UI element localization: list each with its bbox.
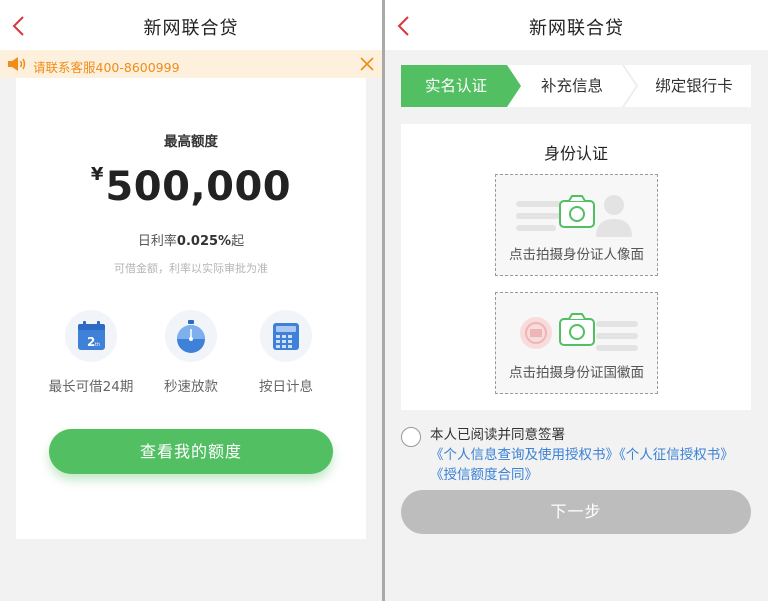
view-quota-button[interactable]: 查看我的额度	[49, 429, 333, 474]
agreement-text: 本人已阅读并同意签署《个人信息查询及使用授权书》《个人征信授权书》《授信额度合同…	[430, 425, 752, 485]
feature-icon-bg	[165, 310, 217, 362]
upload-id-back[interactable]: 点击拍摄身份证国徽面	[495, 292, 658, 394]
feature-label: 秒速放款	[164, 379, 218, 395]
id-verification-card: 身份认证 点击拍摄身份证人像面 点击拍摄身份证国徽面	[401, 124, 751, 410]
notice-bar: 请联系客服400-8600999	[0, 50, 382, 78]
rate-value: 0.025%	[176, 234, 232, 249]
close-icon[interactable]	[360, 57, 374, 71]
link-credit-contract[interactable]: 《授信额度合同》	[430, 467, 538, 483]
step-progress: 实名认证 补充信息 绑定银行卡	[401, 65, 751, 107]
nav-bar: 新网联合贷	[385, 0, 768, 50]
step-bind-card[interactable]: 绑定银行卡	[637, 65, 751, 107]
feature-icon-bg: 2 th	[65, 310, 117, 362]
nav-bar: 新网联合贷	[0, 0, 382, 50]
feature-label: 按日计息	[259, 379, 313, 395]
link-credit-auth[interactable]: 《个人征信授权书》	[619, 447, 734, 463]
feature-label: 最长可借24期	[48, 379, 134, 395]
speaker-icon	[8, 57, 26, 71]
amount-value: 500,000	[105, 164, 292, 210]
next-step-button[interactable]: 下一步	[401, 490, 751, 534]
quota-hint: 可借金额，利率以实际审批为准	[114, 262, 268, 275]
section-title: 身份认证	[543, 144, 608, 163]
agree-radio[interactable]	[401, 427, 421, 447]
svg-text:th: th	[95, 342, 100, 348]
upload-back-caption: 点击拍摄身份证国徽面	[509, 365, 644, 381]
max-quota-label: 最高额度	[164, 134, 218, 150]
loan-home-screen: 新网联合贷 请联系客服400-8600999 最高额度 ¥500,000 日利率…	[0, 0, 382, 601]
feature-term: 2 th 最长可借24期	[46, 310, 136, 395]
calculator-icon	[273, 323, 299, 350]
link-personal-info-auth[interactable]: 《个人信息查询及使用授权书》	[430, 447, 619, 463]
agreement-row: 本人已阅读并同意签署《个人信息查询及使用授权书》《个人征信授权书》《授信额度合同…	[401, 425, 751, 483]
stopwatch-icon	[177, 320, 205, 353]
feature-speed: 秒速放款	[146, 310, 236, 395]
step-real-name[interactable]: 实名认证	[401, 65, 511, 107]
page-title: 新网联合贷	[529, 18, 624, 39]
feature-icon-bg	[260, 310, 312, 362]
quota-card: 最高额度 ¥500,000 日利率0.025%起 可借金额，利率以实际审批为准 …	[16, 78, 366, 539]
rate-suffix: 起	[231, 234, 245, 249]
currency-symbol: ¥	[90, 164, 104, 185]
calendar-icon: 2 th	[78, 321, 105, 350]
upload-id-front[interactable]: 点击拍摄身份证人像面	[495, 174, 658, 276]
feature-daily-interest: 按日计息	[241, 310, 331, 395]
agree-prefix: 本人已阅读并同意签署	[430, 427, 565, 443]
quota-amount: ¥500,000	[16, 164, 366, 210]
page-title: 新网联合贷	[143, 18, 239, 39]
daily-rate: 日利率0.025%起	[16, 230, 366, 249]
rate-prefix: 日利率	[137, 234, 177, 249]
identity-verification-screen: 新网联合贷 实名认证 补充信息 绑定银行卡 身份认证 点击拍摄身份证人像面 点击…	[385, 0, 768, 601]
upload-front-caption: 点击拍摄身份证人像面	[509, 247, 644, 263]
notice-text: 请联系客服400-8600999	[33, 60, 180, 75]
step-supplement-info[interactable]: 补充信息	[519, 65, 625, 107]
